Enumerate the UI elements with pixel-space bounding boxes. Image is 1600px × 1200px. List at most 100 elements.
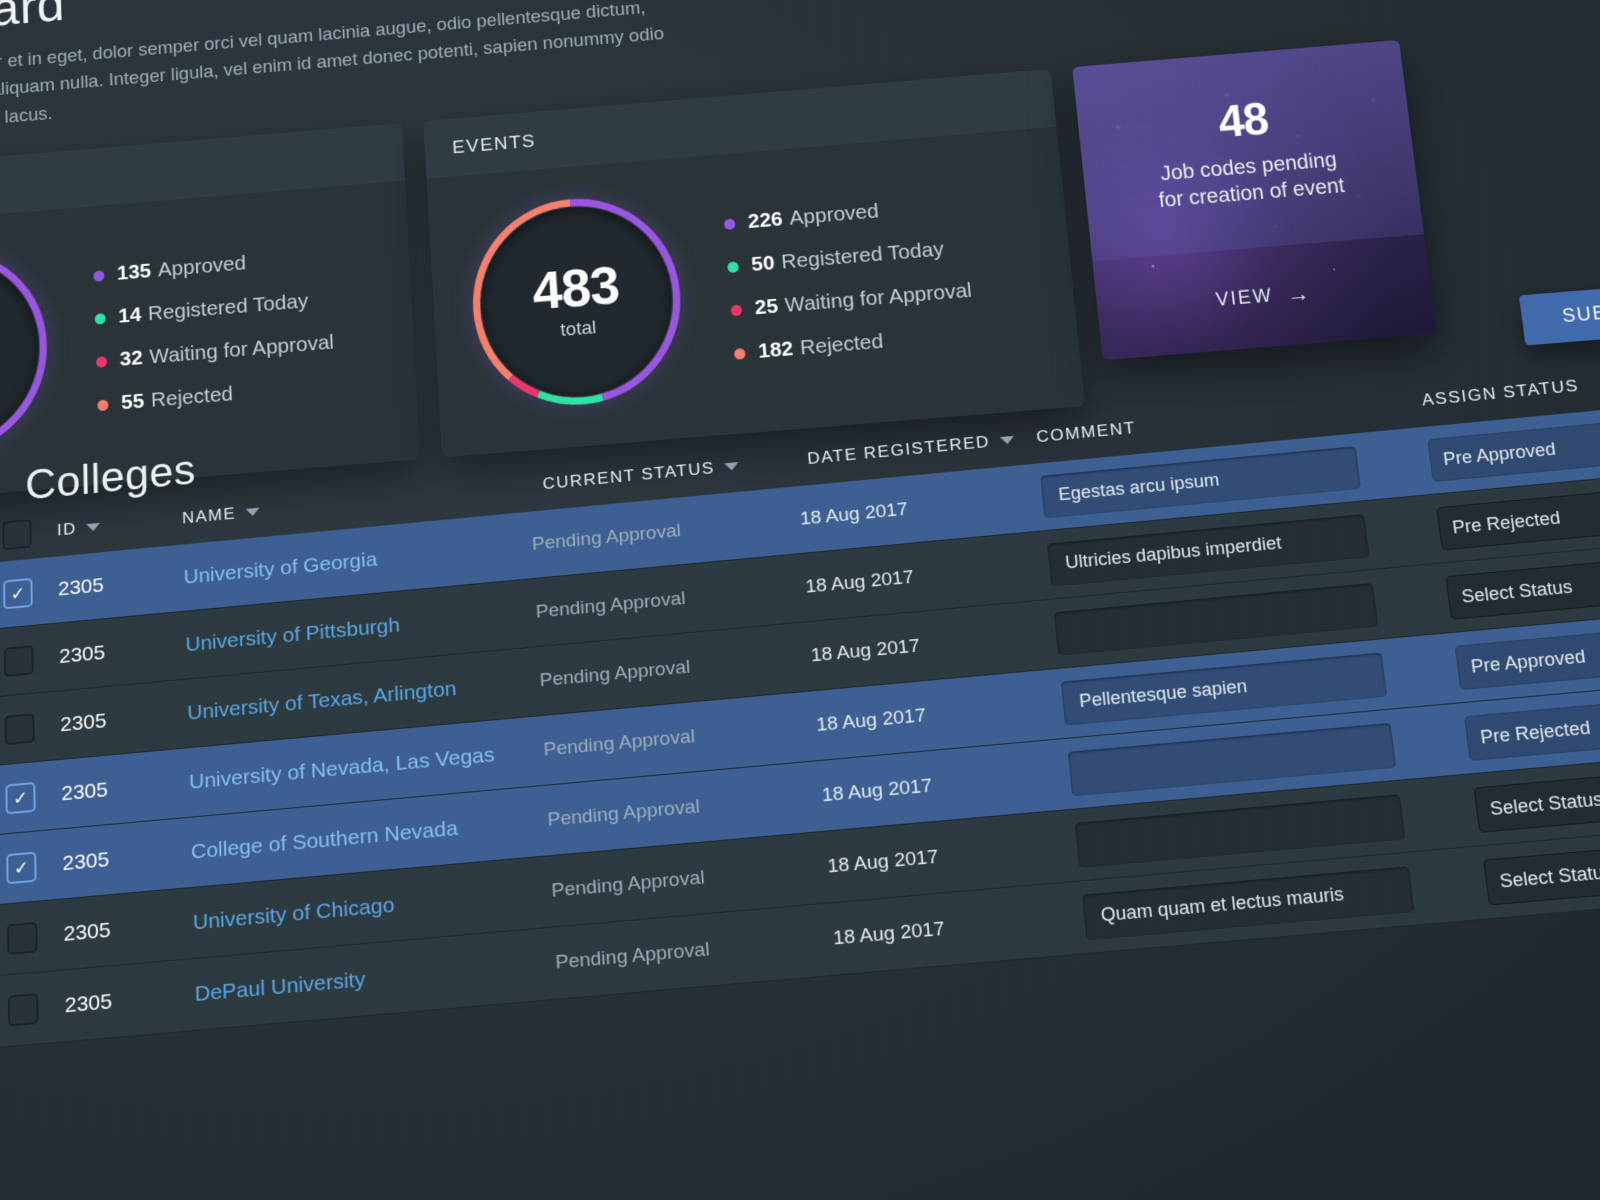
column-label-comment: COMMENT (1035, 418, 1137, 447)
cell-id: 2305 (64, 989, 113, 1017)
cell-id: 2305 (57, 573, 105, 600)
legend-item: 182 Rejected (733, 323, 977, 366)
column-header-id[interactable]: ID (57, 509, 182, 540)
select-all-cell[interactable]: ✓ (0, 517, 57, 552)
column-label-status: CURRENT STATUS (542, 458, 716, 494)
legend-label: Rejected (150, 382, 234, 413)
legend-dot-approved (93, 270, 105, 282)
column-header-date[interactable]: DATE REGISTERED (795, 428, 1038, 470)
legend-value: 14 (117, 303, 142, 328)
legend-value: 135 (116, 259, 152, 286)
assign-status-select[interactable]: Select StatusPre ApprovedPre Rejected (1454, 626, 1600, 690)
legend-value: 25 (753, 294, 779, 320)
row-checkbox[interactable]: ✓ (7, 921, 38, 955)
promo-text: Job codes pending for creation of event (1154, 146, 1346, 214)
row-checkbox-cell[interactable]: ✓ (0, 575, 58, 611)
assign-status-select[interactable]: Select StatusPre ApprovedPre Rejected (1463, 697, 1600, 761)
cell-name: University of Nevada, Las Vegas (188, 742, 496, 794)
legend-label: Rejected (799, 330, 885, 360)
legend-item: 55 Rejected (97, 374, 337, 417)
assign-status-cell[interactable]: Select StatusPre ApprovedPre Rejected (1482, 837, 1600, 906)
legend-value: 32 (119, 346, 144, 372)
cell-name: College of Southern Nevada (190, 816, 459, 864)
assign-status-select[interactable]: Select StatusPre ApprovedPre Rejected (1473, 768, 1600, 833)
assign-status-select[interactable]: Select StatusPre ApprovedPre Rejected (1445, 556, 1600, 620)
row-checkbox[interactable]: ✓ (7, 992, 39, 1027)
events-total-value: 483 (530, 255, 621, 322)
promo-view-label: VIEW (1214, 285, 1275, 312)
legend-dot-waiting (96, 355, 108, 368)
row-checkbox[interactable]: ✓ (3, 577, 33, 609)
cell-date: 18 Aug 2017 (826, 845, 940, 878)
arrow-right-icon: → (1285, 280, 1313, 308)
row-checkbox-cell[interactable]: ✓ (0, 919, 64, 956)
column-label-id: ID (56, 519, 77, 540)
legend-label: Waiting for Approval (784, 279, 973, 318)
cell-date: 18 Aug 2017 (832, 917, 946, 950)
cell-date: 18 Aug 2017 (799, 498, 909, 530)
assign-status-cell[interactable]: Select StatusPre ApprovedPre Rejected (1473, 765, 1600, 833)
cell-status: Pending Approval (546, 795, 701, 831)
legend-item: 25 Waiting for Approval (730, 279, 973, 322)
row-checkbox[interactable]: ✓ (5, 781, 36, 814)
cell-id: 2305 (62, 847, 110, 875)
check-icon: ✓ (12, 787, 29, 809)
chevron-down-icon[interactable] (724, 462, 739, 472)
dashboard-screen: Dashboard Sagittis augue porttitor et in… (0, 0, 1600, 1200)
legend-value: 50 (750, 251, 776, 277)
colleges-table: ✓ ID NAME CURRENT STATUS (0, 355, 1600, 1049)
assign-status-cell[interactable]: Select StatusPre ApprovedPre Rejected (1463, 693, 1600, 761)
legend-dot-waiting (730, 304, 743, 317)
cell-id: 2305 (61, 777, 109, 805)
events-donut-chart: 483 total (459, 183, 695, 421)
cell-status: Pending Approval (535, 587, 687, 623)
assign-status-cell[interactable]: Select StatusPre ApprovedPre Rejected (1454, 622, 1600, 690)
cell-name: DePaul University (194, 967, 366, 1006)
chevron-down-icon[interactable] (86, 522, 101, 532)
cell-status: Pending Approval (554, 938, 711, 974)
chevron-down-icon[interactable] (999, 435, 1015, 445)
cell-name: University of Texas, Arlington (186, 676, 458, 725)
column-header-assign-status: ASSIGN STATUS (1421, 368, 1600, 411)
comment-input[interactable] (1081, 865, 1415, 940)
assign-status-select[interactable]: Select StatusPre ApprovedPre Rejected (1436, 487, 1600, 551)
colleges-table-section: Colleges ✓ ID NAME CURRENT STAT (0, 376, 1600, 1200)
legend-label: Approved (157, 252, 247, 282)
chevron-down-icon[interactable] (245, 507, 260, 517)
cell-name: University of Georgia (183, 547, 378, 589)
row-checkbox[interactable]: ✓ (6, 851, 37, 884)
table-body: ✓ 2305 University of Georgia Pending Approv… (0, 395, 1600, 1049)
select-all-checkbox[interactable]: ✓ (2, 518, 32, 551)
row-checkbox[interactable]: ✓ (3, 644, 34, 677)
row-checkbox-cell[interactable]: ✓ (0, 710, 60, 746)
check-icon: ✓ (10, 582, 26, 604)
row-checkbox-cell[interactable]: ✓ (0, 990, 65, 1027)
assign-status-select[interactable]: Select StatusPre ApprovedPre Rejected (1482, 840, 1600, 906)
assign-status-cell[interactable]: Select StatusPre ApprovedPre Rejected (1436, 484, 1600, 551)
row-checkbox-cell[interactable]: ✓ (0, 642, 59, 678)
cell-id: 2305 (63, 917, 111, 946)
legend-value: 182 (757, 337, 795, 364)
legend-value: 226 (747, 208, 784, 234)
cell-id: 2305 (60, 708, 107, 736)
colleges-legend: 135 Approved 14 Registered Today 32 Wait… (93, 245, 337, 417)
legend-label: Approved (788, 200, 880, 230)
column-label-date: DATE REGISTERED (806, 432, 991, 468)
cell-name: University of Pittsburgh (185, 613, 401, 656)
legend-label: Registered Today (147, 289, 309, 326)
assign-status-cell[interactable]: Select StatusPre ApprovedPre Rejected (1445, 553, 1600, 620)
row-checkbox[interactable]: ✓ (4, 712, 35, 745)
legend-label: Registered Today (780, 238, 945, 274)
cell-date: 18 Aug 2017 (815, 704, 927, 736)
job-codes-promo-card[interactable]: 48 Job codes pending for creation of eve… (1072, 40, 1437, 361)
legend-dot-rejected (733, 347, 746, 360)
column-label-assign-status: ASSIGN STATUS (1420, 376, 1581, 410)
legend-dot-registered (727, 261, 739, 273)
row-checkbox-cell[interactable]: ✓ (0, 779, 62, 815)
row-checkbox-cell[interactable]: ✓ (0, 849, 63, 886)
assign-status-cell[interactable]: Select StatusPre ApprovedPre Rejected (1427, 415, 1600, 482)
column-header-status[interactable]: CURRENT STATUS (528, 451, 796, 495)
cell-status: Pending Approval (539, 656, 691, 691)
promo-count: 48 (1215, 92, 1271, 148)
assign-status-select[interactable]: Select StatusPre ApprovedPre Rejected (1427, 419, 1600, 482)
